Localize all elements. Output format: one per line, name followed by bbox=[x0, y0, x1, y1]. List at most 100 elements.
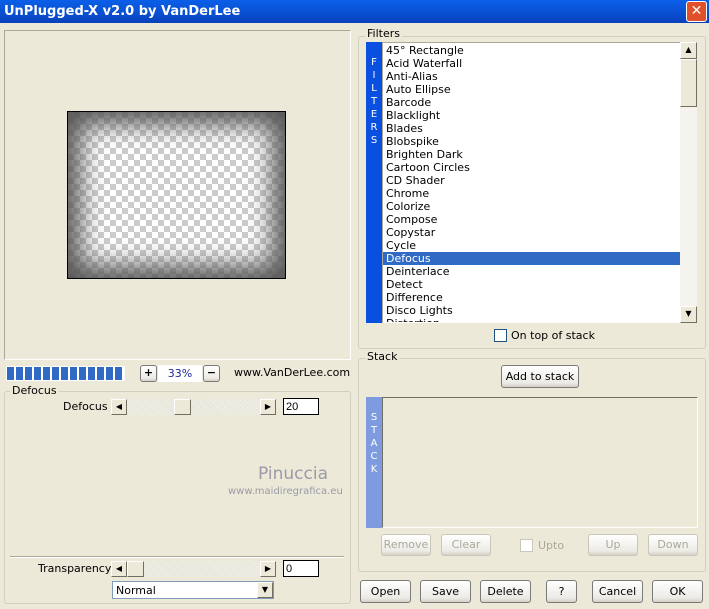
filter-item[interactable]: Cartoon Circles bbox=[383, 161, 680, 174]
watermark-url: www.maidiregrafica.eu bbox=[228, 486, 343, 497]
filter-item[interactable]: Blades bbox=[383, 122, 680, 135]
preview-image bbox=[67, 111, 286, 279]
filter-item[interactable]: Anti-Alias bbox=[383, 70, 680, 83]
filter-item[interactable]: Cycle bbox=[383, 239, 680, 252]
filter-item[interactable]: 45° Rectangle bbox=[383, 44, 680, 57]
defocus-slider-thumb[interactable] bbox=[174, 399, 191, 415]
transparency-label: Transparency bbox=[38, 562, 112, 575]
filters-strip: FILTERS bbox=[366, 42, 382, 323]
defocus-slider[interactable] bbox=[127, 399, 260, 415]
close-icon: ✕ bbox=[690, 3, 703, 19]
up-button[interactable]: Up bbox=[588, 534, 638, 556]
scroll-up-icon[interactable]: ▲ bbox=[680, 42, 697, 59]
strip-letter: A bbox=[370, 438, 378, 449]
filter-item[interactable]: Blacklight bbox=[383, 109, 680, 122]
add-to-stack-button[interactable]: Add to stack bbox=[501, 365, 579, 388]
scroll-thumb[interactable] bbox=[680, 59, 697, 107]
website-link[interactable]: www.VanDerLee.com bbox=[234, 366, 350, 379]
filter-item[interactable]: Colorize bbox=[383, 200, 680, 213]
filter-item[interactable]: Difference bbox=[383, 291, 680, 304]
filter-item[interactable]: Compose bbox=[383, 213, 680, 226]
filter-item[interactable]: CD Shader bbox=[383, 174, 680, 187]
progress-segment bbox=[97, 367, 104, 380]
ok-button[interactable]: OK bbox=[652, 580, 703, 603]
strip-letter: L bbox=[371, 83, 377, 94]
blend-mode-value: Normal bbox=[116, 584, 156, 597]
strip-letter: T bbox=[370, 96, 378, 107]
parameters-group-label: Defocus bbox=[10, 384, 59, 397]
strip-letter: F bbox=[371, 57, 377, 68]
filter-item[interactable]: Brighten Dark bbox=[383, 148, 680, 161]
zoom-level: 33% bbox=[158, 365, 202, 382]
title-bar: UnPlugged-X v2.0 by VanDerLee bbox=[0, 0, 709, 23]
defocus-value-input[interactable] bbox=[283, 398, 319, 415]
filter-item[interactable]: Acid Waterfall bbox=[383, 57, 680, 70]
on-top-of-stack-checkbox[interactable] bbox=[494, 329, 507, 342]
defocus-left-arrow-icon[interactable]: ◀ bbox=[111, 399, 127, 415]
progress-segment bbox=[25, 367, 32, 380]
strip-letter: R bbox=[370, 122, 378, 133]
filter-item[interactable]: Barcode bbox=[383, 96, 680, 109]
preview-panel[interactable] bbox=[4, 30, 351, 360]
filters-list[interactable]: 45° Rectangle Acid Waterfall Anti-Alias Aut… bbox=[382, 42, 681, 323]
progress-segment bbox=[34, 367, 41, 380]
on-top-of-stack-label: On top of stack bbox=[511, 329, 595, 342]
progress-segment bbox=[70, 367, 77, 380]
strip-letter: K bbox=[370, 464, 378, 475]
progress-segment bbox=[115, 367, 122, 380]
transparency-left-arrow-icon[interactable]: ◀ bbox=[111, 561, 127, 577]
defocus-label: Defocus bbox=[63, 400, 108, 413]
progress-segment bbox=[88, 367, 95, 380]
strip-letter: T bbox=[370, 425, 378, 436]
defocus-right-arrow-icon[interactable]: ▶ bbox=[260, 399, 276, 415]
progress-segment bbox=[43, 367, 50, 380]
chevron-down-icon[interactable]: ▼ bbox=[257, 582, 273, 598]
filter-item[interactable]: Defocus bbox=[383, 252, 680, 265]
zoom-out-button[interactable]: − bbox=[203, 365, 220, 382]
transparency-right-arrow-icon[interactable]: ▶ bbox=[260, 561, 276, 577]
strip-letter: C bbox=[370, 451, 378, 462]
remove-button[interactable]: Remove bbox=[381, 534, 431, 556]
save-button[interactable]: Save bbox=[420, 580, 471, 603]
filter-item[interactable]: Detect bbox=[383, 278, 680, 291]
filter-item[interactable]: Chrome bbox=[383, 187, 680, 200]
filter-item[interactable]: Auto Ellipse bbox=[383, 83, 680, 96]
zoom-in-button[interactable]: + bbox=[140, 365, 157, 382]
filter-item[interactable]: Distortion bbox=[383, 317, 680, 322]
filter-item[interactable]: Blobspike bbox=[383, 135, 680, 148]
transparency-slider-thumb[interactable] bbox=[127, 561, 144, 577]
upto-checkbox[interactable] bbox=[520, 539, 533, 552]
progress-segment bbox=[106, 367, 113, 380]
strip-letter: S bbox=[370, 135, 378, 146]
scroll-down-icon[interactable]: ▼ bbox=[680, 306, 697, 323]
progress-segment bbox=[52, 367, 59, 380]
stack-group-label: Stack bbox=[365, 350, 400, 363]
down-button[interactable]: Down bbox=[648, 534, 698, 556]
upto-label: Upto bbox=[538, 539, 565, 552]
progress-segment bbox=[16, 367, 23, 380]
stack-strip: STACK bbox=[366, 397, 382, 528]
filter-item[interactable]: Disco Lights bbox=[383, 304, 680, 317]
strip-letter: E bbox=[370, 109, 378, 120]
window-title: UnPlugged-X v2.0 by VanDerLee bbox=[4, 4, 241, 19]
transparency-slider[interactable] bbox=[127, 561, 260, 577]
progress-bar bbox=[6, 366, 125, 381]
delete-button[interactable]: Delete bbox=[480, 580, 531, 603]
blend-mode-select[interactable]: Normal ▼ bbox=[112, 581, 274, 599]
progress-segment bbox=[61, 367, 68, 380]
clear-button[interactable]: Clear bbox=[441, 534, 491, 556]
progress-segment bbox=[7, 367, 14, 380]
filter-item[interactable]: Copystar bbox=[383, 226, 680, 239]
strip-letter: S bbox=[370, 412, 378, 423]
transparency-value-input[interactable] bbox=[283, 560, 319, 577]
stack-list[interactable] bbox=[382, 397, 698, 528]
help-button[interactable]: ? bbox=[546, 580, 577, 603]
cancel-button[interactable]: Cancel bbox=[592, 580, 643, 603]
strip-letter: I bbox=[372, 70, 376, 81]
filters-scrollbar[interactable]: ▲ ▼ bbox=[680, 42, 697, 323]
open-button[interactable]: Open bbox=[360, 580, 411, 603]
filter-item[interactable]: Deinterlace bbox=[383, 265, 680, 278]
close-button[interactable]: ✕ bbox=[686, 1, 707, 22]
watermark-name: Pinuccia bbox=[258, 464, 328, 484]
filters-group-label: Filters bbox=[365, 27, 402, 40]
